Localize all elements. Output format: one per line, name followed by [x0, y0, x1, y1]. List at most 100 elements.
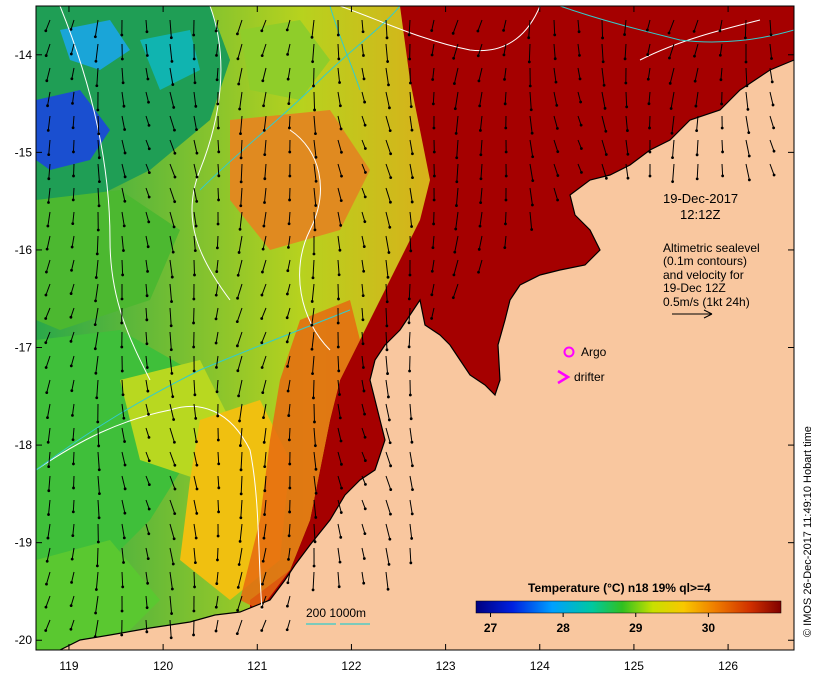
velocity-arrow-head	[389, 464, 393, 468]
velocity-arrow-head	[217, 510, 220, 514]
velocity-arrow-head	[385, 324, 389, 328]
velocity-arrow-head	[123, 463, 127, 467]
velocity-arrow-head	[216, 414, 220, 418]
velocity-arrow-head	[313, 108, 316, 112]
velocity-arrow-head	[147, 171, 151, 175]
velocity-arrow-head	[260, 317, 264, 320]
colorbar-title: Temperature (°C) n18 19% ql>=4	[528, 581, 711, 595]
velocity-arrow-head	[409, 249, 413, 253]
velocity-arrow-head	[169, 36, 173, 40]
velocity-arrow-head	[261, 582, 264, 586]
velocity-arrow-head	[262, 128, 266, 132]
velocity-arrow-head	[361, 30, 365, 34]
velocity-arrow-head	[46, 104, 49, 108]
velocity-arrow-head	[97, 132, 101, 136]
velocity-arrow-head	[217, 174, 221, 178]
velocity-arrow-head	[46, 224, 50, 228]
velocity-arrow-head	[693, 79, 697, 83]
velocity-arrow-head	[70, 245, 74, 249]
velocity-arrow-head	[313, 228, 317, 232]
velocity-arrow-head	[410, 128, 414, 132]
x-tick-label: 126	[718, 659, 738, 673]
velocity-arrow-head	[743, 36, 747, 40]
velocity-arrow-head	[527, 36, 531, 40]
velocity-arrow-head	[123, 440, 126, 443]
velocity-arrow-head	[363, 195, 367, 199]
velocity-arrow-head	[476, 54, 480, 58]
velocity-arrow-head	[173, 512, 177, 515]
velocity-arrow-head	[94, 276, 98, 279]
velocity-arrow-head	[340, 486, 343, 490]
velocity-arrow-head	[601, 36, 604, 40]
velocity-arrow-head	[261, 270, 264, 274]
velocity-arrow-head	[145, 366, 149, 369]
velocity-arrow-head	[387, 251, 391, 254]
velocity-arrow-head	[602, 83, 606, 87]
velocity-arrow-head	[626, 129, 629, 132]
velocity-arrow-head	[455, 204, 458, 207]
velocity-arrow-head	[770, 80, 774, 84]
velocity-arrow-head	[147, 147, 151, 151]
velocity-arrow-head	[173, 200, 177, 204]
velocity-arrow-head	[238, 107, 242, 111]
velocity-arrow-head	[720, 102, 724, 106]
velocity-arrow	[313, 91, 316, 110]
velocity-arrow-head	[215, 78, 219, 82]
velocity-arrow-head	[123, 128, 127, 131]
velocity-arrow-head	[193, 81, 197, 85]
velocity-arrow-head	[236, 369, 240, 373]
velocity-arrow-head	[286, 604, 289, 608]
velocity-arrow-head	[215, 365, 218, 369]
velocity-arrow-head	[452, 82, 456, 85]
velocity-arrow-head	[235, 632, 239, 636]
velocity-arrow	[312, 379, 315, 398]
velocity-arrow-head	[411, 488, 414, 492]
velocity-arrow-head	[313, 444, 317, 448]
velocity-arrow-head	[578, 77, 582, 81]
velocity-arrow-head	[311, 588, 315, 592]
velocity-arrow-head	[93, 347, 97, 351]
velocity-arrow-head	[260, 605, 264, 609]
velocity-arrow-head	[263, 465, 267, 469]
velocity-arrow-head	[214, 605, 218, 609]
velocity-arrow-head	[363, 412, 366, 416]
velocity-arrow-head	[407, 321, 411, 325]
velocity-arrow-head	[287, 102, 291, 106]
velocity-arrow-head	[215, 582, 219, 586]
velocity-arrow-head	[44, 605, 48, 609]
velocity-arrow-head	[94, 59, 98, 63]
velocity-arrow-head	[668, 56, 671, 60]
velocity-arrow-head	[744, 60, 748, 64]
velocity-arrow-head	[263, 489, 267, 493]
velocity-arrow-head	[408, 273, 412, 277]
velocity-arrow-head	[169, 348, 173, 352]
velocity-arrow-head	[120, 33, 124, 37]
velocity-arrow-head	[263, 513, 266, 516]
velocity-arrow-head	[451, 31, 455, 35]
velocity-arrow-head	[408, 393, 412, 397]
velocity-arrow-head	[72, 462, 75, 466]
velocity-arrow-head	[339, 439, 343, 443]
velocity-arrow-head	[147, 123, 151, 127]
velocity-arrow-head	[193, 249, 197, 253]
velocity-arrow-head	[121, 585, 125, 589]
velocity-arrow-head	[430, 317, 434, 320]
velocity-arrow-head	[430, 53, 434, 57]
velocity-arrow-head	[410, 225, 413, 228]
velocity-arrow-head	[195, 487, 199, 491]
velocity-arrow-head	[120, 321, 124, 325]
velocity-arrow-head	[408, 57, 412, 61]
velocity-arrow-head	[336, 321, 340, 325]
velocity-arrow-head	[770, 57, 773, 60]
velocity-arrow-head	[169, 636, 173, 640]
velocity-arrow-head	[123, 511, 127, 515]
velocity-arrow-head	[647, 102, 651, 106]
velocity-arrow	[72, 139, 75, 152]
velocity-arrow-head	[311, 372, 314, 376]
velocity-arrow-head	[94, 588, 98, 591]
velocity-arrow-head	[235, 344, 239, 348]
velocity-arrow-head	[170, 371, 174, 375]
velocity-arrow-head	[769, 33, 773, 37]
velocity-arrow-head	[236, 32, 239, 36]
colorbar-tick-label: 30	[702, 621, 716, 635]
